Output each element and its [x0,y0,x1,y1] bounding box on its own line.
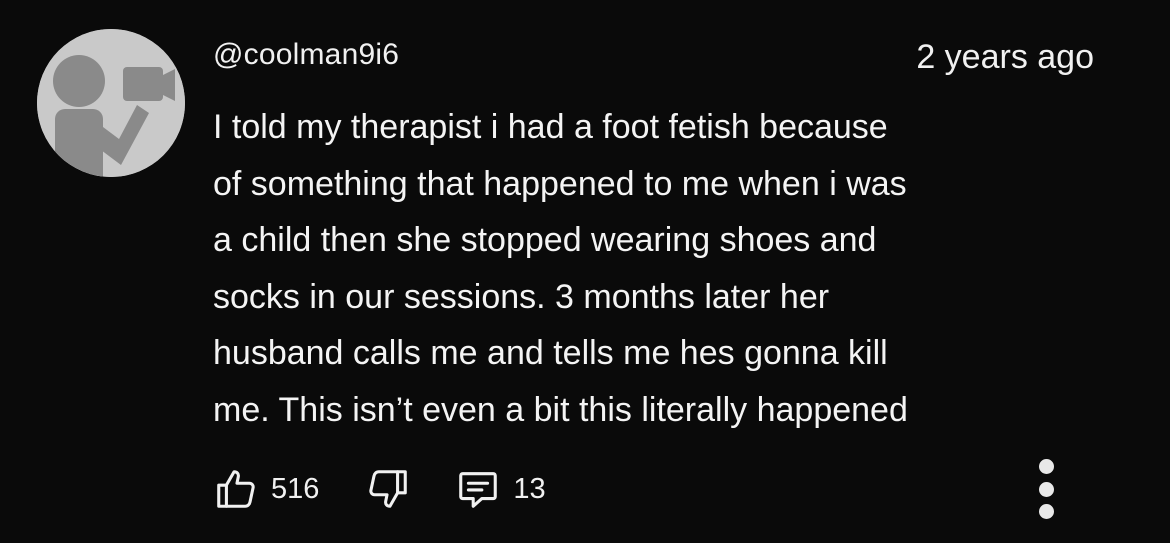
comment-actions: 516 13 [213,461,546,517]
comment-author[interactable]: @coolman9i6 [213,38,399,72]
comment-line: me. This isn’t even a bit this literally… [213,390,908,429]
more-dot [1038,504,1054,519]
thumbs-up-icon [217,470,255,508]
like-count: 516 [271,472,320,505]
thumbs-down-icon [369,470,408,508]
reply-count: 13 [513,472,546,505]
comment-line: I told my therapist i had a foot fetish … [213,108,888,146]
more-dot [1038,481,1054,497]
comment-line: of something that happened to me when i … [213,164,907,203]
comment-line: a child then she stopped wearing shoes a… [213,221,877,259]
comment-line: socks in our sessions. 3 months later he… [213,277,830,316]
more-dot [1038,459,1054,474]
default-avatar-icon [37,29,185,177]
comment-card: @coolman9i6 2 years ago I told my therap… [0,0,1170,543]
reply-button[interactable] [455,466,501,512]
comment-text: I told my therapist i had a foot fetish … [213,99,1113,438]
comment-timestamp: 2 years ago [916,38,1094,76]
dislike-button[interactable] [365,466,411,512]
more-vertical-icon[interactable] [1032,459,1060,519]
comment-reply-icon [459,472,498,508]
comment-line: husband calls me and tells me hes gonna … [213,334,888,372]
like-button[interactable] [213,466,259,512]
avatar[interactable] [37,29,185,177]
